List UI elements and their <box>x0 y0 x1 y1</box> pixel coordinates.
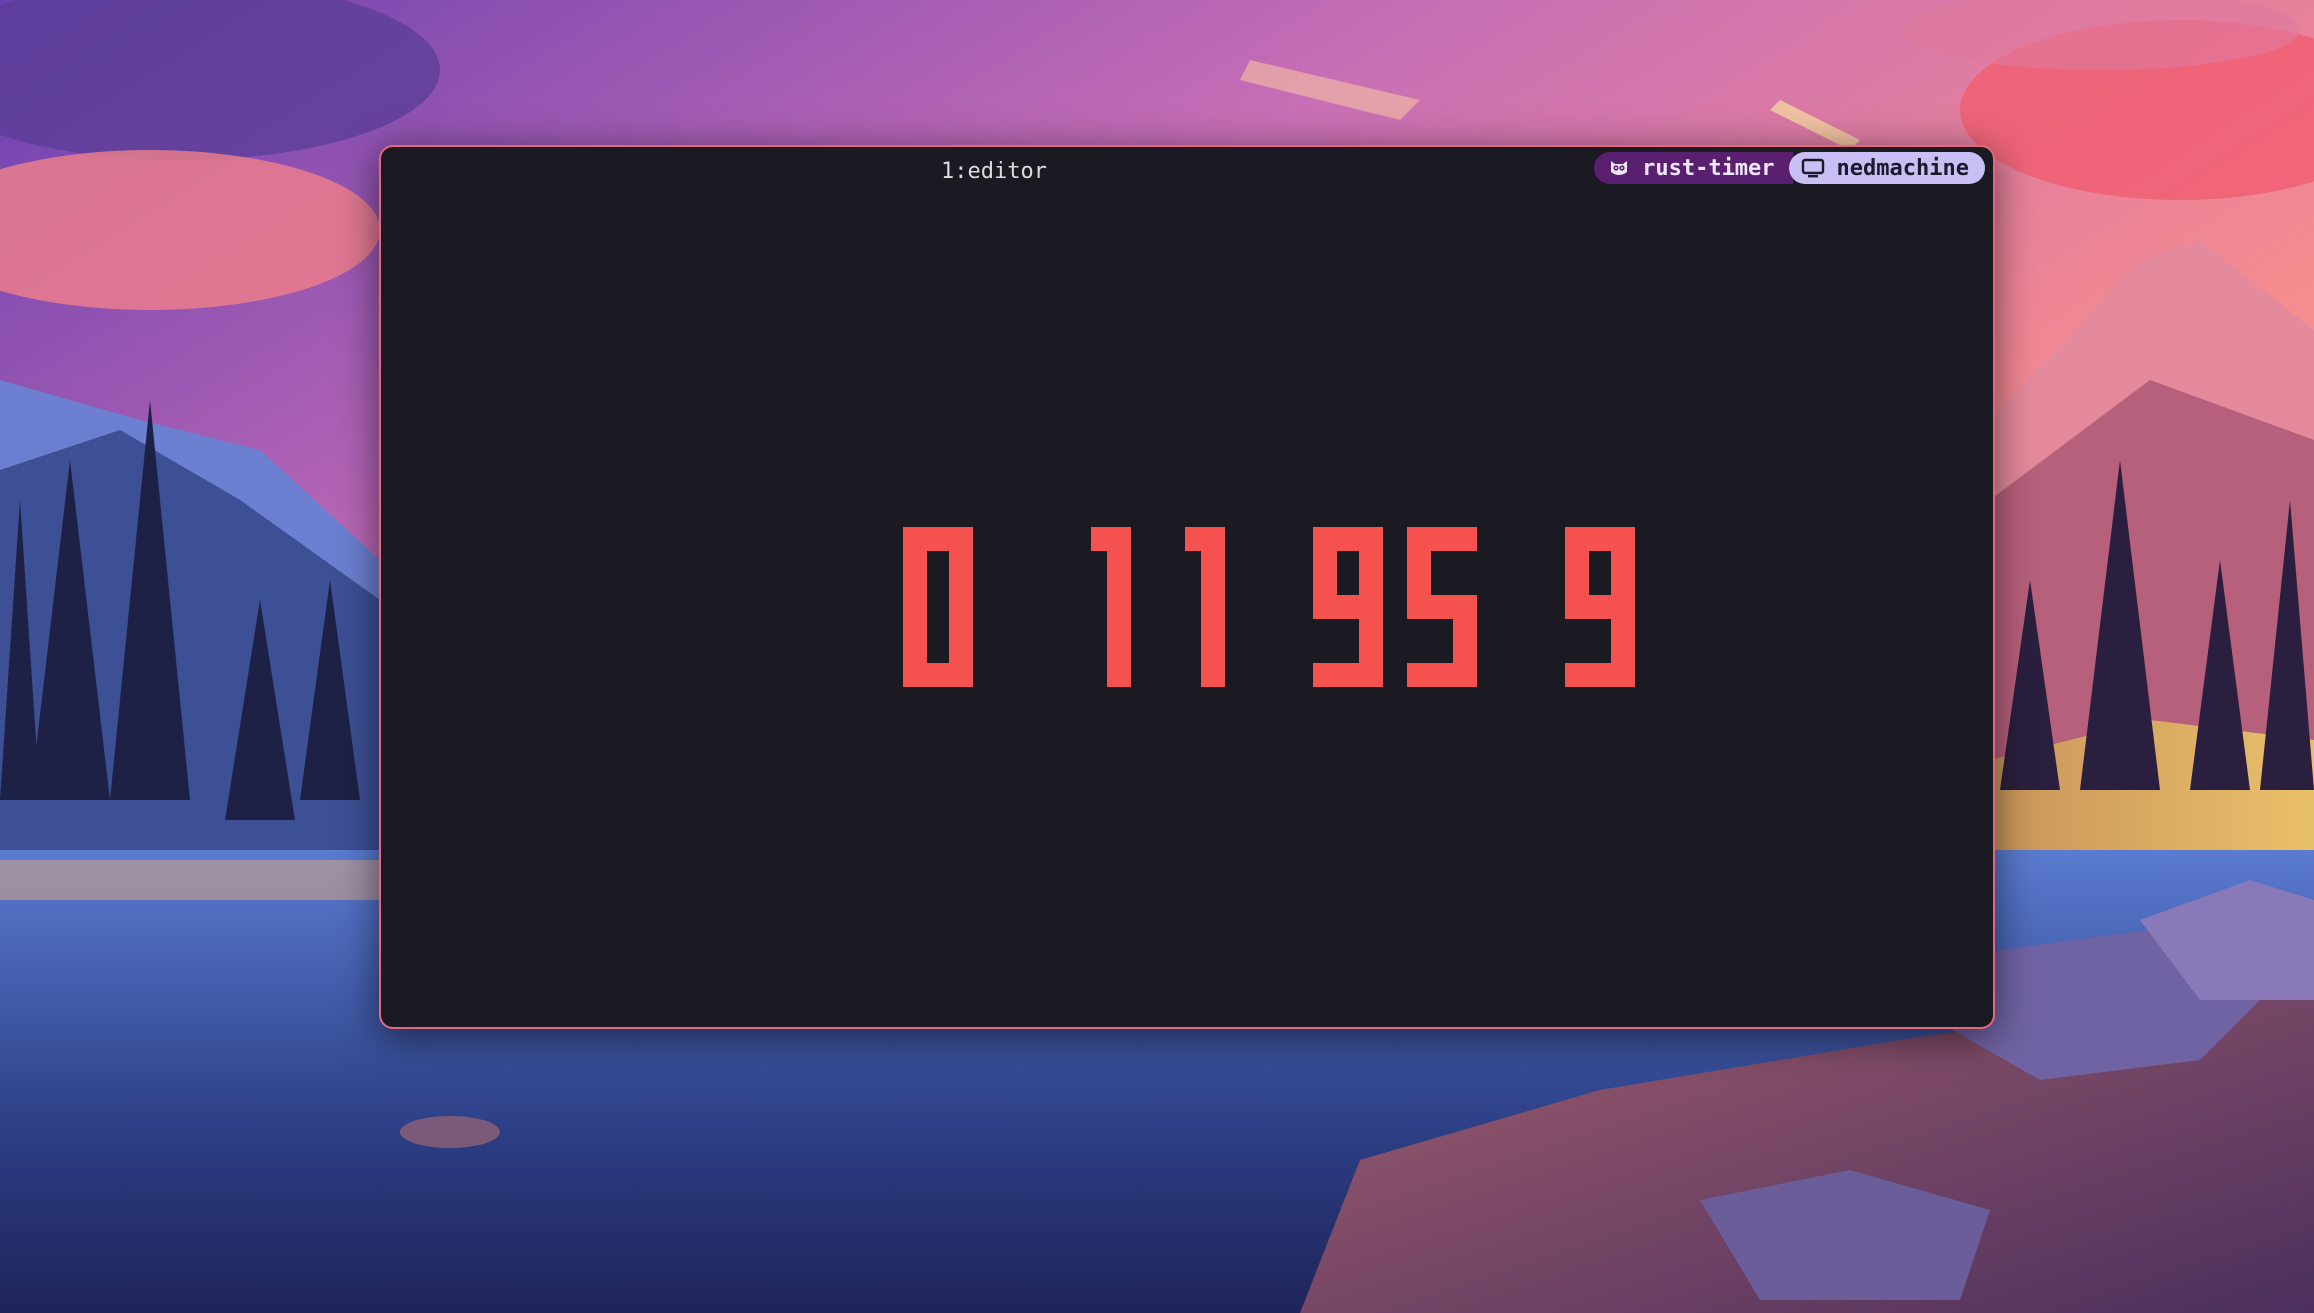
digit-segment <box>1091 527 1107 551</box>
digit-segment <box>1565 595 1635 619</box>
host-name: nedmachine <box>1836 155 1969 181</box>
digit-segment <box>1313 663 1383 687</box>
digit-segment <box>1185 527 1201 551</box>
digit-segment <box>1201 595 1225 687</box>
timer-seconds-digit-0 <box>1407 527 1477 687</box>
session-pill: rust-timer <box>1594 152 1793 184</box>
status-bar-right: rust-timer nedmachine <box>1594 152 1985 184</box>
timer-display: 01 19 59 <box>903 527 1635 687</box>
timer-hours-digit-0 <box>903 527 973 687</box>
digit-segment <box>903 527 927 619</box>
digit-segment <box>1107 595 1131 687</box>
timer-hours-digit-1 <box>1091 527 1131 687</box>
session-name: rust-timer <box>1642 155 1775 181</box>
digit-segment <box>1407 663 1477 687</box>
digit-segment <box>1313 595 1383 619</box>
timer-seconds-digit-1 <box>1565 527 1635 687</box>
host-pill: nedmachine <box>1788 152 1985 184</box>
digit-segment <box>1565 663 1635 687</box>
timer-minutes-digit-1 <box>1313 527 1383 687</box>
terminal-window[interactable]: 1:editor rust-timer nedmachine <box>379 145 1995 1029</box>
owl-icon <box>1608 157 1630 179</box>
tab-title[interactable]: 1:editor <box>941 155 1047 189</box>
timer-minutes-digit-0 <box>1185 527 1225 687</box>
monitor-icon <box>1801 157 1825 179</box>
